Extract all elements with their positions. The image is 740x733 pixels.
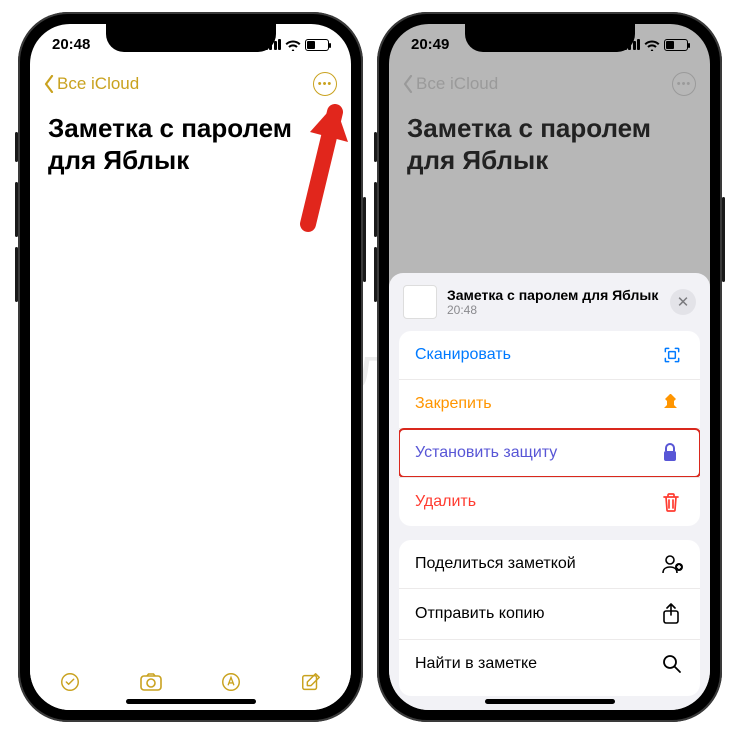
action-label: Удалить	[415, 493, 476, 511]
action-lock[interactable]: Установить защиту	[399, 428, 700, 477]
notch	[465, 24, 635, 52]
home-indicator[interactable]	[126, 699, 256, 704]
note-title[interactable]: Заметка с паролем для Яблык	[30, 102, 351, 177]
back-label: Все iCloud	[57, 74, 139, 94]
status-time: 20:48	[52, 36, 90, 53]
action-label: Закрепить	[415, 395, 492, 413]
battery-icon	[664, 39, 688, 51]
home-indicator[interactable]	[485, 699, 615, 704]
compose-button[interactable]	[300, 671, 322, 698]
lock-icon	[662, 443, 684, 463]
action-sheet: Заметка с паролем для Яблык 20:48 ✕ Скан…	[389, 273, 710, 710]
status-time: 20:49	[411, 36, 449, 53]
action-delete[interactable]: Удалить	[399, 477, 700, 526]
action-label: Найти в заметке	[415, 655, 537, 673]
notch	[106, 24, 276, 52]
sheet-header: Заметка с паролем для Яблык 20:48 ✕	[389, 273, 710, 331]
note-title: Заметка с паролем для Яблык	[389, 102, 710, 177]
action-pin[interactable]: Закрепить	[399, 379, 700, 428]
share-icon	[662, 603, 684, 625]
action-label: Отправить копию	[415, 605, 544, 623]
action-label: Сканировать	[415, 346, 511, 364]
action-group-secondary: Поделиться заметкой Отправить копию Найт…	[399, 540, 700, 696]
note-thumbnail	[403, 285, 437, 319]
sheet-title: Заметка с паролем для Яблык	[447, 287, 660, 303]
battery-icon	[305, 39, 329, 51]
ellipsis-icon: •••	[677, 78, 692, 90]
chevron-left-icon	[403, 75, 413, 93]
scan-icon	[662, 345, 684, 365]
sheet-subtitle: 20:48	[447, 303, 660, 317]
camera-button[interactable]	[139, 671, 163, 698]
wifi-icon	[644, 39, 660, 51]
more-button: •••	[672, 72, 696, 96]
action-label: Установить защиту	[415, 444, 557, 462]
add-user-icon	[662, 554, 684, 574]
trash-icon	[662, 492, 684, 512]
ellipsis-icon: •••	[318, 78, 333, 90]
phone-left: 20:48 Все iCloud ••• Заметка с паролем д…	[18, 12, 363, 722]
screen-right: 20:49 Все iCloud ••• Заметка с паролем д…	[389, 24, 710, 710]
wifi-icon	[285, 39, 301, 51]
more-button[interactable]: •••	[313, 72, 337, 96]
checklist-button[interactable]	[59, 671, 81, 698]
back-label: Все iCloud	[416, 74, 498, 94]
screen-left: 20:48 Все iCloud ••• Заметка с паролем д…	[30, 24, 351, 710]
pin-icon	[662, 394, 684, 414]
close-icon: ✕	[677, 293, 690, 311]
action-scan[interactable]: Сканировать	[399, 331, 700, 379]
action-label: Поделиться заметкой	[415, 555, 576, 573]
action-send-copy[interactable]: Отправить копию	[399, 588, 700, 639]
nav-bar: Все iCloud •••	[389, 66, 710, 102]
phone-right: 20:49 Все iCloud ••• Заметка с паролем д…	[377, 12, 722, 722]
search-icon	[662, 654, 684, 674]
close-sheet-button[interactable]: ✕	[670, 289, 696, 315]
action-group-primary: Сканировать Закрепить Установить защиту …	[399, 331, 700, 526]
markup-button[interactable]	[220, 671, 242, 698]
action-share-note[interactable]: Поделиться заметкой	[399, 540, 700, 588]
chevron-left-icon	[44, 75, 54, 93]
nav-bar: Все iCloud •••	[30, 66, 351, 102]
back-button[interactable]: Все iCloud	[44, 74, 139, 94]
back-button: Все iCloud	[403, 74, 498, 94]
action-find[interactable]: Найти в заметке	[399, 639, 700, 696]
